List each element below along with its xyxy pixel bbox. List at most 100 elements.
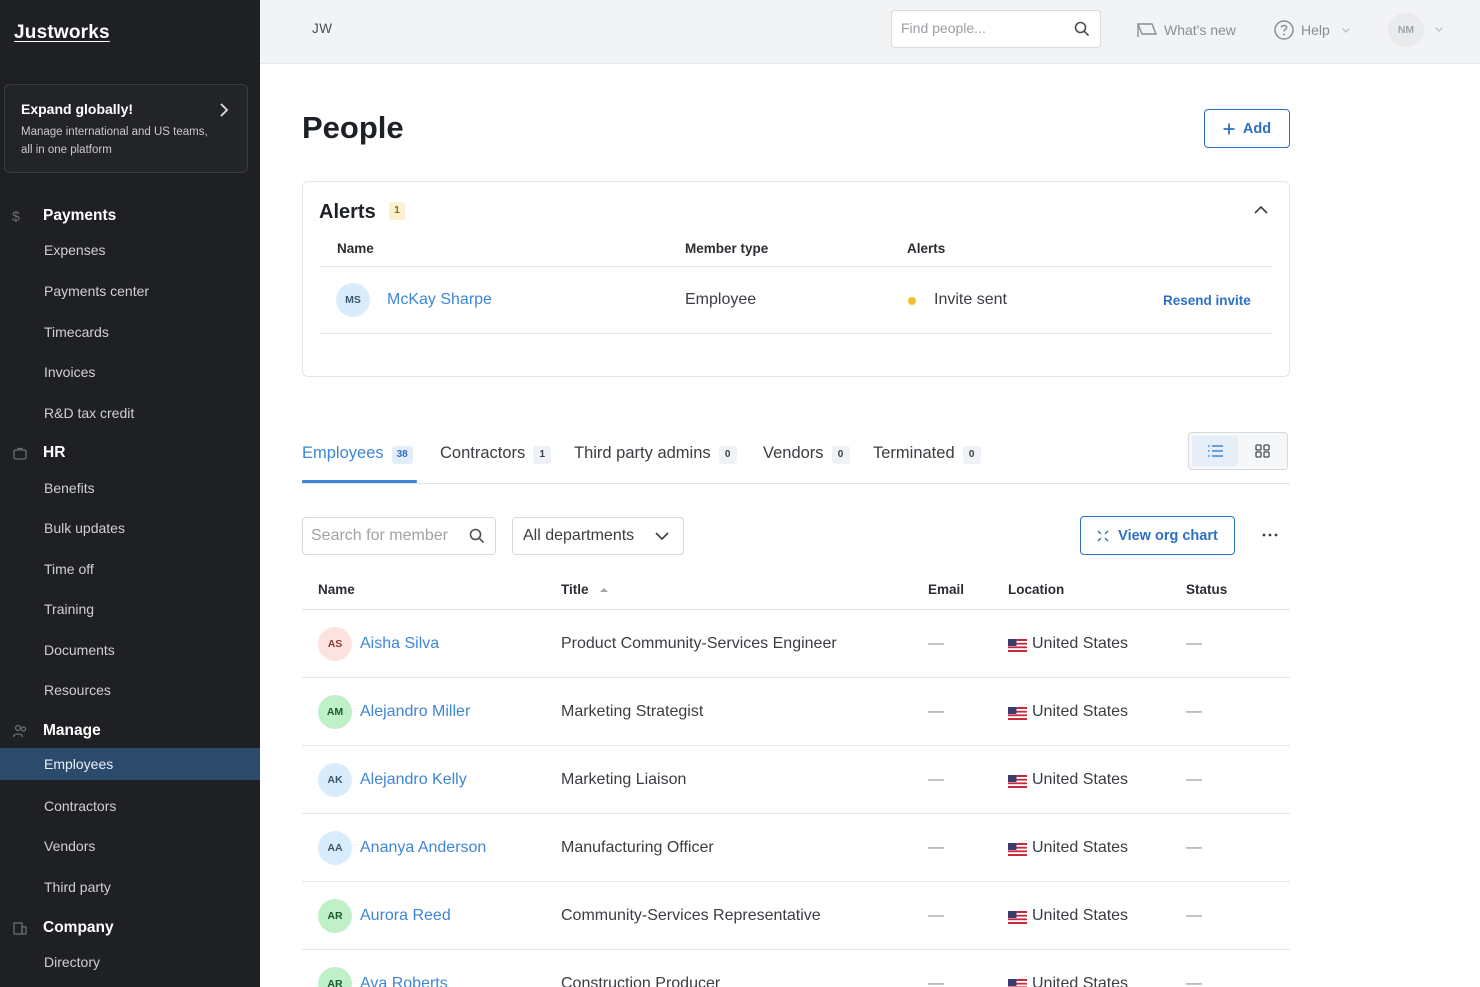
- find-people-input[interactable]: [901, 20, 1066, 36]
- chevron-up-icon[interactable]: [1253, 202, 1269, 218]
- tab-count-badge: 1: [533, 446, 552, 464]
- table-row[interactable]: AR Ava Roberts Construction Producer — Unite…: [302, 950, 1290, 987]
- tab-terminated[interactable]: Terminated 0: [873, 444, 981, 482]
- find-people-search[interactable]: [891, 10, 1101, 48]
- justworks-logo[interactable]: Justworks: [14, 22, 110, 44]
- active-tab-indicator: [302, 480, 417, 483]
- sidebar-item-training[interactable]: Training: [0, 593, 260, 625]
- table-row[interactable]: AS Aisha Silva Product Community-Services …: [302, 610, 1290, 678]
- tab-third-party-admins[interactable]: Third party admins 0: [574, 444, 737, 482]
- table-row[interactable]: AK Alejandro Kelly Marketing Liaison — Unite…: [302, 746, 1290, 814]
- alert-member-type: Employee: [685, 291, 757, 308]
- view-org-chart-button[interactable]: View org chart: [1080, 516, 1235, 555]
- avatar: AK: [318, 763, 352, 797]
- table-row[interactable]: AA Ananya Anderson Manufacturing Officer — U…: [302, 814, 1290, 882]
- resend-invite-link[interactable]: Resend invite: [1163, 293, 1251, 308]
- employee-status: —: [1186, 635, 1202, 652]
- help-circle-icon: [1274, 20, 1294, 40]
- page-title: People: [302, 110, 404, 145]
- sidebar-item-label: Invoices: [44, 364, 96, 380]
- people-icon: [12, 724, 27, 738]
- department-select-value: All departments: [523, 527, 635, 544]
- sidebar-item-third-party[interactable]: Third party: [0, 871, 260, 903]
- divider: [319, 333, 1273, 334]
- alert-member-name-link[interactable]: McKay Sharpe: [387, 291, 492, 309]
- sidebar-item-resources[interactable]: Resources: [0, 674, 260, 706]
- sidebar-item-contractors[interactable]: Contractors: [0, 790, 260, 822]
- sidebar-item-directory[interactable]: Directory: [0, 946, 260, 978]
- avatar: AR: [318, 967, 352, 987]
- employee-name-link[interactable]: Aurora Reed: [360, 907, 451, 925]
- employee-name-link[interactable]: Alejandro Miller: [360, 703, 470, 721]
- divider: [319, 266, 1273, 267]
- plus-icon: [1223, 123, 1235, 134]
- add-button[interactable]: Add: [1204, 109, 1290, 148]
- column-header-status[interactable]: Status: [1186, 582, 1227, 597]
- tab-label: Employees: [302, 444, 384, 462]
- column-header-location[interactable]: Location: [1008, 582, 1064, 597]
- tab-vendors[interactable]: Vendors 0: [763, 444, 850, 482]
- sidebar-item-bulk-updates[interactable]: Bulk updates: [0, 512, 260, 544]
- search-icon[interactable]: [469, 528, 485, 544]
- tab-count-badge: 38: [391, 446, 413, 464]
- employee-title: Marketing Strategist: [561, 703, 704, 720]
- view-org-chart-label: View org chart: [1118, 527, 1218, 544]
- us-flag-icon: [1008, 843, 1027, 856]
- employee-email: —: [928, 703, 944, 720]
- member-search[interactable]: [302, 517, 496, 555]
- more-options-button[interactable]: [1256, 522, 1284, 548]
- sidebar-item-expenses[interactable]: Expenses: [0, 234, 260, 266]
- nav-section-label: Payments: [43, 207, 117, 224]
- department-select[interactable]: All departments: [512, 517, 684, 555]
- employee-name-link[interactable]: Alejandro Kelly: [360, 771, 467, 789]
- chevron-right-icon: [220, 103, 229, 117]
- tab-contractors[interactable]: Contractors 1: [440, 444, 552, 482]
- sidebar-item-label: Third party: [44, 879, 111, 895]
- us-flag-icon: [1008, 775, 1027, 788]
- employee-location: United States: [1032, 975, 1129, 987]
- column-header-name[interactable]: Name: [318, 582, 355, 597]
- employee-name-link[interactable]: Aisha Silva: [360, 635, 439, 653]
- grid-view-button[interactable]: [1241, 436, 1285, 466]
- tab-label: Terminated: [873, 444, 955, 462]
- column-header-title[interactable]: Title: [561, 582, 589, 597]
- sidebar-item-rd-tax-credit[interactable]: R&D tax credit: [0, 397, 260, 429]
- sidebar-item-time-off[interactable]: Time off: [0, 553, 260, 585]
- employee-email: —: [928, 635, 944, 652]
- search-icon[interactable]: [1074, 21, 1090, 37]
- sidebar-item-payments-center[interactable]: Payments center: [0, 275, 260, 307]
- list-view-button[interactable]: [1192, 436, 1238, 466]
- employee-status: —: [1186, 975, 1202, 987]
- column-header-email[interactable]: Email: [928, 582, 964, 597]
- table-row[interactable]: AM Alejandro Miller Marketing Strategist — U…: [302, 678, 1290, 746]
- tab-label: Third party admins: [574, 444, 711, 462]
- sidebar-item-label: Timecards: [44, 324, 109, 340]
- sidebar-item-label: Employees: [44, 756, 114, 772]
- sidebar-item-employees[interactable]: Employees: [0, 748, 260, 780]
- sidebar-item-documents[interactable]: Documents: [0, 634, 260, 666]
- table-row[interactable]: AR Aurora Reed Community-Services Represen…: [302, 882, 1290, 950]
- member-search-input[interactable]: [311, 527, 461, 545]
- chevron-down-icon[interactable]: [1435, 27, 1443, 32]
- sidebar-item-vendors[interactable]: Vendors: [0, 830, 260, 862]
- user-avatar[interactable]: NM: [1388, 13, 1424, 47]
- whats-new-button[interactable]: What's new: [1136, 18, 1236, 42]
- help-menu[interactable]: Help: [1273, 18, 1350, 42]
- sidebar-item-benefits[interactable]: Benefits: [0, 472, 260, 504]
- avatar: AM: [318, 695, 352, 729]
- company-code[interactable]: JW: [312, 21, 333, 36]
- avatar: AR: [318, 899, 352, 933]
- employee-name-link[interactable]: Ava Roberts: [360, 975, 448, 987]
- view-toggle: [1188, 432, 1288, 470]
- sidebar-item-timecards[interactable]: Timecards: [0, 316, 260, 348]
- tab-employees[interactable]: Employees 38: [302, 444, 413, 482]
- employee-title: Construction Producer: [561, 975, 721, 987]
- sort-ascending-icon[interactable]: [600, 587, 608, 593]
- employee-name-link[interactable]: Ananya Anderson: [360, 839, 486, 857]
- sidebar-item-label: Payments center: [44, 283, 150, 299]
- tab-label: Contractors: [440, 444, 526, 462]
- avatar: AA: [318, 831, 352, 865]
- sidebar-item-invoices[interactable]: Invoices: [0, 356, 260, 388]
- whats-new-label: What's new: [1164, 22, 1236, 38]
- expand-globally-promo[interactable]: Expand globally! Manage international an…: [4, 84, 248, 173]
